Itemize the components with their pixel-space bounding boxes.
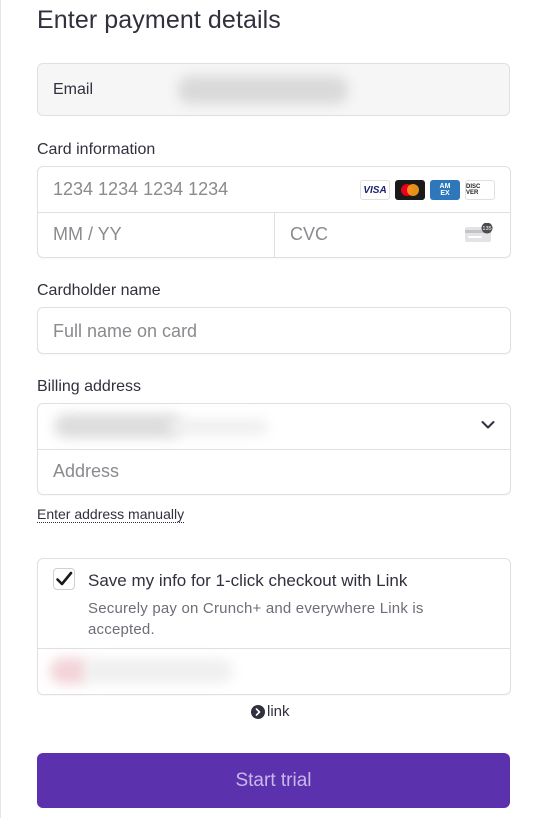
address-field[interactable]: Address: [38, 449, 510, 494]
checkmark-icon: [56, 571, 73, 586]
card-number-placeholder: 1234 1234 1234 1234: [53, 179, 229, 199]
cardholder-name-label: Cardholder name: [37, 282, 161, 299]
country-value-redacted-tail: [168, 419, 268, 435]
svg-text:135: 135: [482, 226, 491, 232]
expiry-field[interactable]: MM / YY: [38, 212, 274, 257]
link-save-info-panel: Save my info for 1-click checkout with L…: [37, 558, 511, 695]
expiry-placeholder: MM / YY: [53, 224, 122, 244]
card-number-field[interactable]: 1234 1234 1234 1234 VISA AM EX DISC VER: [38, 167, 510, 213]
save-info-checkbox[interactable]: [53, 568, 75, 590]
cvc-card-icon: 135: [465, 223, 493, 242]
page-left-border: [0, 0, 1, 818]
page-title: Enter payment details: [37, 6, 281, 34]
billing-address-group: Address: [37, 403, 511, 495]
country-select[interactable]: [38, 404, 510, 450]
save-info-title: Save my info for 1-click checkout with L…: [88, 571, 408, 590]
discover-icon: DISC VER: [465, 180, 495, 200]
phone-field[interactable]: [38, 649, 510, 694]
chevron-down-icon: [481, 421, 495, 429]
country-value-redacted: [54, 414, 182, 438]
cardholder-name-placeholder: Full name on card: [53, 321, 198, 341]
visa-icon: VISA: [360, 180, 390, 200]
link-arrow-icon: [251, 704, 265, 719]
amex-icon: AM EX: [430, 180, 460, 200]
link-logo-text: link: [267, 703, 290, 720]
start-trial-button[interactable]: Start trial: [37, 753, 510, 808]
mastercard-icon: [395, 180, 425, 200]
cvc-placeholder: CVC: [290, 224, 329, 244]
address-placeholder: Address: [53, 461, 120, 481]
cvc-field[interactable]: CVC 135: [275, 212, 510, 257]
card-information-group: 1234 1234 1234 1234 VISA AM EX DISC VER M…: [37, 166, 511, 258]
email-field[interactable]: Email: [37, 63, 510, 116]
save-info-description: Securely pay on Crunch+ and everywhere L…: [88, 600, 424, 638]
email-label: Email: [53, 81, 94, 98]
email-value-redacted: [178, 76, 348, 104]
phone-value-redacted: [83, 659, 233, 683]
link-logo: link: [251, 703, 290, 720]
card-brand-icons: VISA AM EX DISC VER: [360, 180, 495, 200]
card-information-label: Card information: [37, 141, 156, 158]
enter-address-manually-link[interactable]: Enter address manually: [37, 506, 185, 523]
cardholder-name-field[interactable]: Full name on card: [37, 307, 511, 354]
billing-address-label: Billing address: [37, 378, 142, 395]
